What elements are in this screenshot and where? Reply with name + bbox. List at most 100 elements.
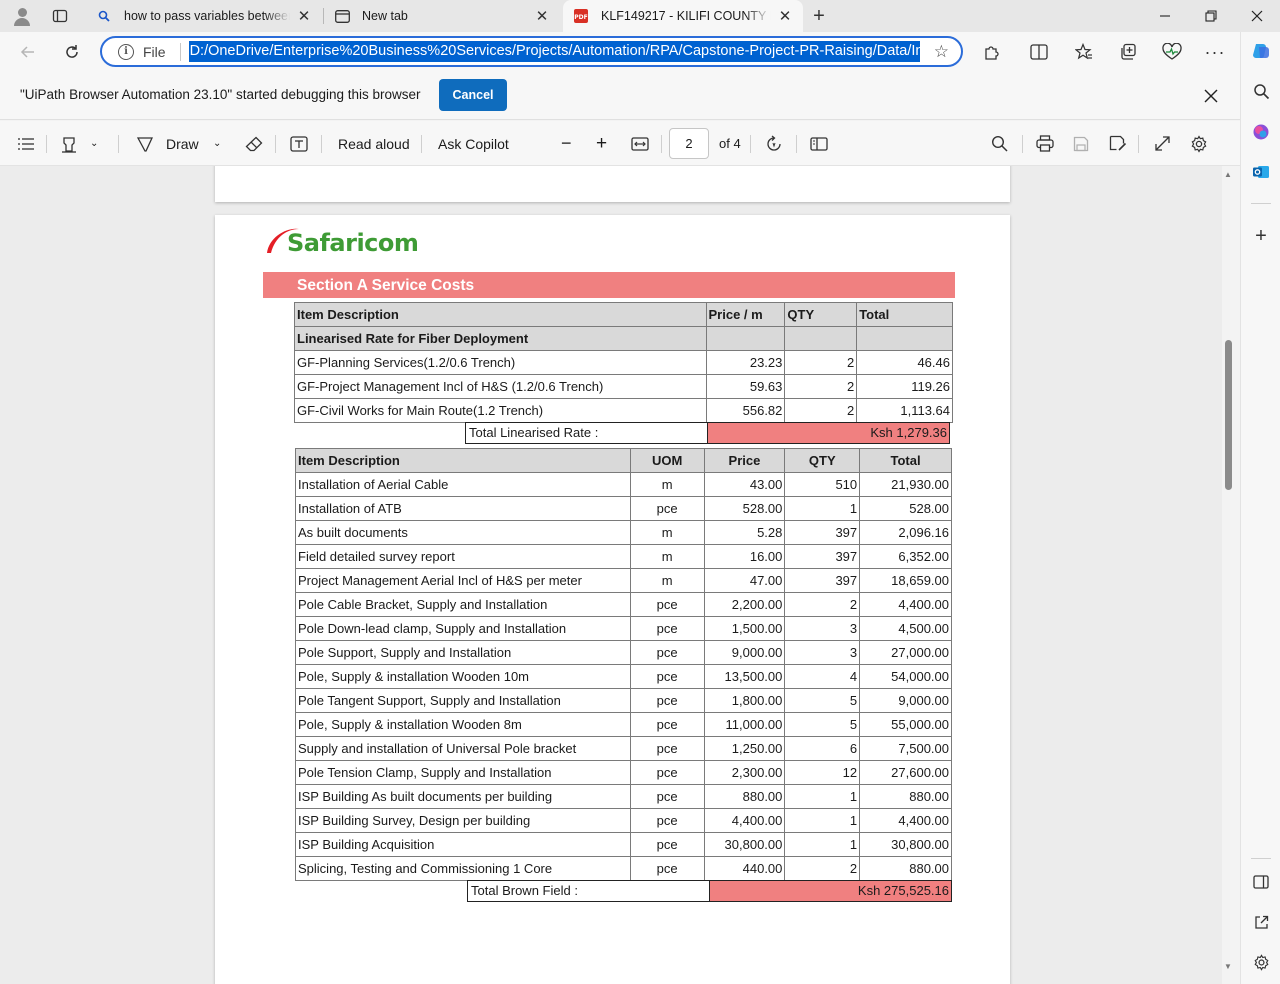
browser-essentials-icon[interactable] <box>1157 38 1187 66</box>
vertical-scrollbar[interactable]: ▲ ▼ <box>1222 166 1240 984</box>
item-total: 30,800.00 <box>859 832 952 857</box>
draw-icon[interactable] <box>137 121 153 166</box>
address-divider <box>179 42 181 61</box>
hide-sidebar-icon[interactable] <box>1247 868 1275 896</box>
table-header-row: Item Description UOM Price QTY Total <box>295 448 952 473</box>
item-price: 440.00 <box>703 856 786 881</box>
close-window-button[interactable] <box>1234 0 1280 32</box>
highlight-icon[interactable] <box>60 121 78 166</box>
chevron-down-icon[interactable]: ⌄ <box>90 121 98 166</box>
refresh-icon[interactable] <box>57 38 87 66</box>
table-row: Project Management Aerial Incl of H&S pe… <box>295 568 952 593</box>
search-icon[interactable] <box>991 121 1008 166</box>
add-text-icon[interactable] <box>290 121 308 166</box>
item-description: Pole, Supply & installation Wooden 10m <box>295 664 631 689</box>
close-tab-icon[interactable]: ✕ <box>534 8 550 25</box>
tab-pdf-active[interactable]: PDF KLF149217 - KILIFI COUNTY HOS ✕ <box>563 0 803 32</box>
ask-copilot-button[interactable]: Ask Copilot <box>438 121 509 166</box>
new-tab-button[interactable]: + <box>806 4 832 28</box>
item-description: GF-Planning Services(1.2/0.6 Trench) <box>294 350 707 375</box>
eraser-icon[interactable] <box>245 121 263 166</box>
table-header-row: Item Description Price / m QTY Total <box>294 302 953 327</box>
item-description: Pole Tangent Support, Supply and Install… <box>295 688 631 713</box>
item-qty: 5 <box>784 688 861 713</box>
microsoft-365-icon[interactable] <box>1247 118 1275 146</box>
item-total: 528.00 <box>859 496 952 521</box>
copilot-icon[interactable] <box>1247 37 1275 65</box>
rotate-icon[interactable] <box>765 121 783 166</box>
cancel-debug-button[interactable]: Cancel <box>439 79 507 111</box>
item-qty: 397 <box>784 520 861 545</box>
toolbar-divider <box>1138 135 1139 153</box>
table-row: ISP Building Survey, Design per building… <box>295 808 952 833</box>
item-price: 1,800.00 <box>703 688 786 713</box>
total-value: Ksh 1,279.36 <box>707 422 950 444</box>
item-price: 16.00 <box>703 544 786 569</box>
read-aloud-button[interactable]: Read aloud <box>338 121 410 166</box>
column-header: Item Description <box>294 302 707 327</box>
extensions-icon[interactable] <box>976 38 1006 66</box>
item-description: GF-Project Management Incl of H&S (1.2/0… <box>294 374 707 399</box>
scroll-down-icon[interactable]: ▼ <box>1224 962 1232 971</box>
scroll-up-icon[interactable]: ▲ <box>1224 170 1232 179</box>
brown-field-table: Item Description UOM Price QTY Total Ins… <box>295 448 952 881</box>
sidebar-settings-gear-icon[interactable] <box>1247 948 1275 976</box>
item-uom: pce <box>629 856 705 881</box>
scrollbar-thumb[interactable] <box>1225 340 1232 490</box>
item-qty: 1 <box>784 784 861 809</box>
sidebar-divider <box>1251 858 1271 859</box>
safaricom-logo: Safaricom <box>261 223 431 263</box>
site-info-icon[interactable]: i <box>118 43 134 60</box>
fit-to-width-icon[interactable] <box>631 121 649 166</box>
tab-actions-icon[interactable] <box>46 4 74 28</box>
close-tab-icon[interactable]: ✕ <box>777 8 793 25</box>
save-icon[interactable] <box>1073 121 1089 166</box>
save-as-icon[interactable] <box>1109 121 1127 166</box>
pdf-viewer-canvas[interactable]: Safaricom Section A Service Costs Item D… <box>0 166 1222 984</box>
collections-icon[interactable] <box>1113 38 1143 66</box>
item-total: 6,352.00 <box>859 544 952 569</box>
item-total: 55,000.00 <box>859 712 952 737</box>
zoom-in-icon[interactable]: + <box>596 121 607 166</box>
item-price: 1,500.00 <box>703 616 786 641</box>
table-row: Supply and installation of Universal Pol… <box>295 736 952 761</box>
item-total: 880.00 <box>859 784 952 809</box>
open-in-window-icon[interactable] <box>1247 908 1275 936</box>
item-uom: pce <box>629 496 705 521</box>
table-row: Splicing, Testing and Commissioning 1 Co… <box>295 856 952 881</box>
total-label: Total Linearised Rate : <box>465 422 708 444</box>
outlook-icon[interactable] <box>1247 158 1275 186</box>
svg-text:PDF: PDF <box>574 14 587 21</box>
item-qty: 397 <box>784 568 861 593</box>
favorite-star-icon[interactable]: ☆ <box>934 42 949 62</box>
zoom-out-icon[interactable]: − <box>561 121 572 166</box>
url-text[interactable]: D:/OneDrive/Enterprise%20Business%20Serv… <box>188 41 920 62</box>
fullscreen-icon[interactable] <box>1154 121 1171 166</box>
draw-label[interactable]: Draw <box>166 121 199 166</box>
page-view-icon[interactable] <box>810 121 828 166</box>
print-icon[interactable] <box>1036 121 1054 166</box>
chevron-down-icon[interactable]: ⌄ <box>213 121 221 166</box>
item-total: 1,113.64 <box>856 398 953 423</box>
tab-search[interactable]: how to pass variables between w ✕ <box>86 0 322 32</box>
split-screen-icon[interactable] <box>1024 38 1054 66</box>
pdf-settings-gear-icon[interactable] <box>1190 121 1208 166</box>
close-infobar-icon[interactable] <box>1199 84 1223 108</box>
restore-window-button[interactable] <box>1188 0 1234 32</box>
favorites-icon[interactable] <box>1069 38 1099 66</box>
profile-avatar-icon[interactable] <box>8 3 36 29</box>
add-sidebar-app-icon[interactable]: + <box>1247 222 1275 250</box>
address-bar[interactable]: i File D:/OneDrive/Enterprise%20Business… <box>100 36 963 67</box>
table-row: Pole, Supply & installation Wooden 10m pc… <box>295 664 952 689</box>
tab-new-tab[interactable]: New tab ✕ <box>324 0 560 32</box>
page-number-input[interactable]: 2 <box>669 128 709 159</box>
table1-body: GF-Planning Services(1.2/0.6 Trench) 23.2… <box>294 350 953 423</box>
settings-more-icon[interactable]: ··· <box>1200 38 1230 66</box>
search-icon[interactable] <box>1247 77 1275 105</box>
close-tab-icon[interactable]: ✕ <box>296 8 312 25</box>
minimize-window-button[interactable] <box>1142 0 1188 32</box>
back-icon[interactable] <box>13 38 43 66</box>
item-qty: 2 <box>784 592 861 617</box>
table-row: Installation of ATB pce 528.00 1 528.00 <box>295 496 952 521</box>
table-of-contents-icon[interactable] <box>17 121 35 166</box>
